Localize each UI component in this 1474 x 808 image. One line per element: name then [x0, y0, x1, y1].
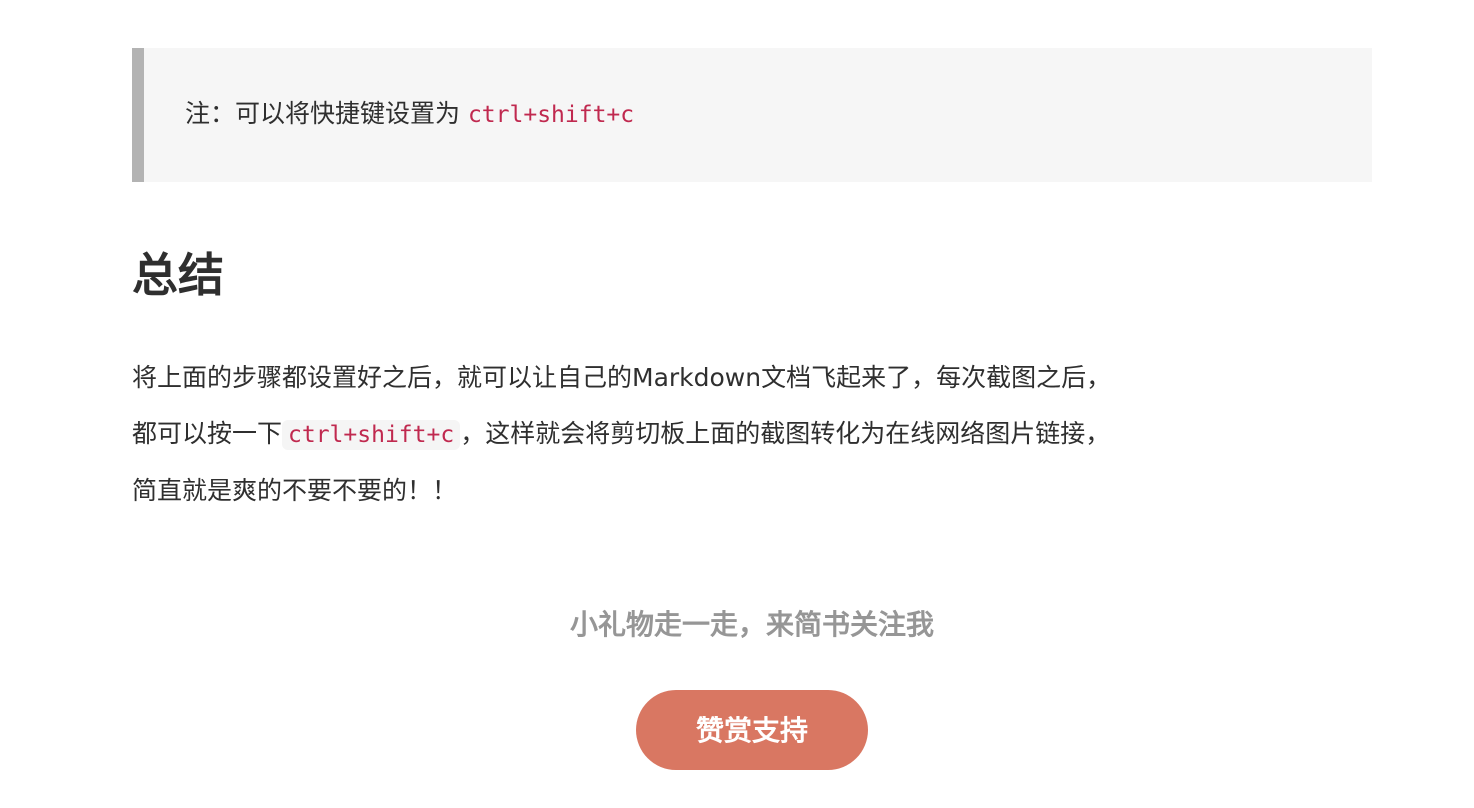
note-label: 注：可以将快捷键设置为: [185, 99, 468, 128]
paragraph-line: 简直就是爽的不要不要的！！: [132, 476, 458, 505]
shortcut-code: ctrl+shift+c: [282, 420, 461, 450]
paragraph-text: 都可以按一下: [132, 419, 283, 448]
reward-button[interactable]: 赞赏支持: [636, 690, 868, 770]
paragraph-text: ，这样就会将剪切板上面的截图转化为在线网络图片链接，: [460, 419, 1111, 448]
summary-paragraph: 将上面的步骤都设置好之后，就可以让自己的Markdown文档飞起来了，每次截图之…: [132, 350, 1392, 519]
shortcut-code: ctrl+shift+c: [467, 102, 635, 128]
paragraph-line: 都可以按一下 ctrl+shift+c ，这样就会将剪切板上面的截图转化为在线网络图…: [132, 406, 1392, 463]
note-text: 注：可以将快捷键设置为 ctrl+shift+c: [185, 96, 634, 133]
note-blockquote: 注：可以将快捷键设置为 ctrl+shift+c: [132, 48, 1372, 182]
reward-prompt: 小礼物走一走，来简书关注我: [569, 608, 934, 641]
paragraph-line: 将上面的步骤都设置好之后，就可以让自己的Markdown文档飞起来了，每次截图之…: [132, 363, 1112, 392]
summary-heading: 总结: [132, 248, 224, 302]
